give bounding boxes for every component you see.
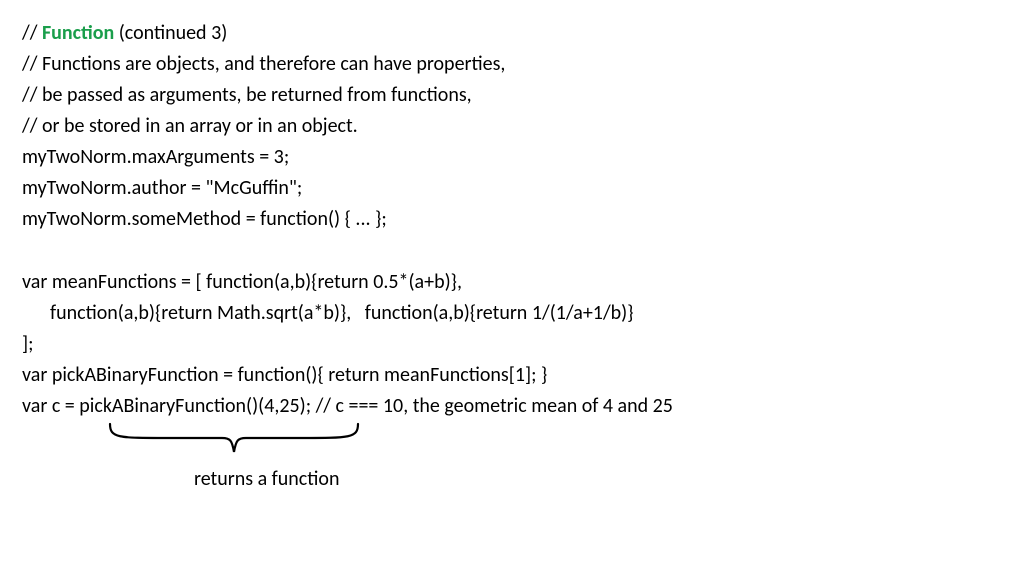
keyword-function: Function [42, 21, 114, 45]
code-line-6: myTwoNorm.author = "McGuffin"; [22, 173, 1002, 204]
code-line-10: ]; [22, 329, 1002, 360]
code-line-11: var pickABinaryFunction = function(){ re… [22, 360, 1002, 391]
code-line-12: var c = pickABinaryFunction()(4,25); // … [22, 391, 1002, 422]
code-line-5: myTwoNorm.maxArguments = 3; [22, 142, 1002, 173]
code-line-1: // Function (continued 3) [22, 18, 1002, 49]
code-line-3: // be passed as arguments, be returned f… [22, 80, 1002, 111]
curly-brace-icon [108, 422, 360, 456]
comment-prefix: // [22, 21, 42, 45]
blank-line [22, 235, 1002, 267]
code-line-8: var meanFunctions = [ function(a,b){retu… [22, 267, 1002, 298]
code-line-4: // or be stored in an array or in an obj… [22, 111, 1002, 142]
code-line-2: // Functions are objects, and therefore … [22, 49, 1002, 80]
comment-suffix: (continued 3) [114, 21, 227, 45]
annotation-label: returns a function [194, 464, 339, 495]
code-line-9: function(a,b){return Math.sqrt(a*b)}, fu… [22, 298, 1002, 329]
code-line-7: myTwoNorm.someMethod = function() { ... … [22, 204, 1002, 235]
